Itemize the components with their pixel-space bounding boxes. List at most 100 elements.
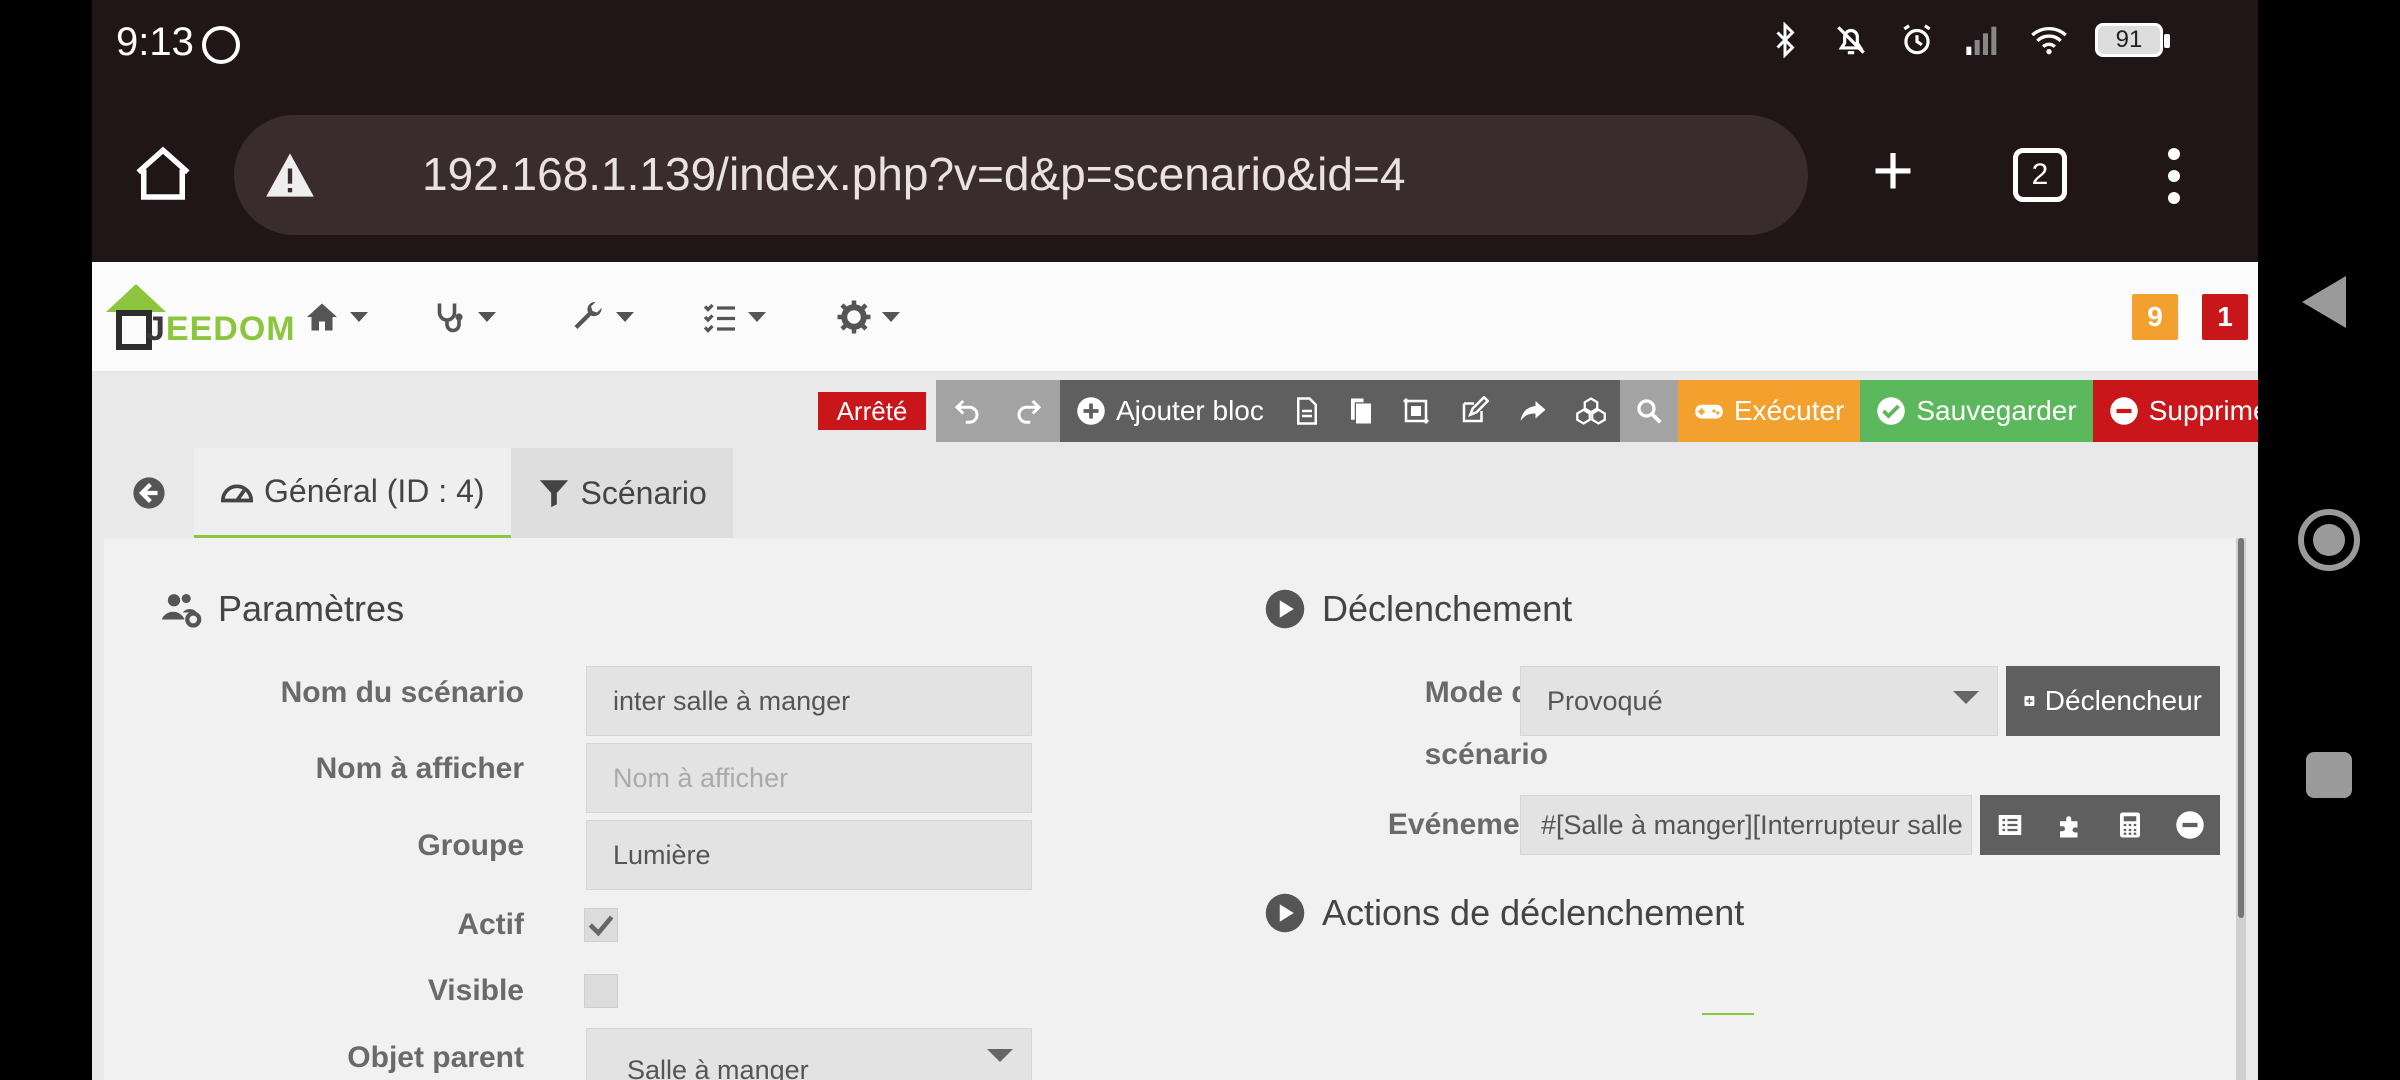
undo-button[interactable] <box>936 380 998 442</box>
save-label: Sauvegarder <box>1916 395 2077 426</box>
nav-home-icon[interactable] <box>2298 509 2360 571</box>
tab-scenario[interactable]: Scénario <box>510 448 733 538</box>
parent-object-select[interactable]: Salle à manger <box>586 1028 1032 1080</box>
log-button[interactable] <box>1279 380 1334 442</box>
parent-object-value: Salle à manger <box>627 1054 809 1080</box>
top-navigation: JEEDOM 9 1 <box>92 262 2258 372</box>
checkmark-icon <box>588 915 614 937</box>
play-circle-icon <box>1265 893 1305 933</box>
nav-back-icon[interactable] <box>2302 276 2346 328</box>
menu-settings[interactable] <box>836 292 900 342</box>
tasks-icon <box>703 303 735 333</box>
minus-circle-icon[interactable] <box>2175 810 2205 840</box>
status-time: 9:13 <box>116 20 194 64</box>
puzzle-icon[interactable] <box>2055 810 2085 840</box>
check-circle-icon <box>1877 397 1906 425</box>
menu-home[interactable] <box>304 292 368 342</box>
trigger-actions-title: Actions de déclenchement <box>1264 892 1744 934</box>
scenario-name-input[interactable]: inter salle à manger <box>586 666 1032 736</box>
web-page: JEEDOM 9 1 Arrêté Ajouter bloc Exécuter … <box>92 262 2258 1080</box>
cube-icon <box>1403 398 1429 424</box>
event-actions <box>1980 795 2220 855</box>
overflow-menu-icon[interactable] <box>2164 148 2184 204</box>
chevron-down-icon <box>987 1049 1013 1062</box>
chevron-down-icon <box>1953 691 1979 704</box>
notification-badge-orange[interactable]: 9 <box>2132 294 2178 340</box>
edit-button[interactable] <box>1443 380 1504 442</box>
scenario-name-label: Nom du scénario <box>280 676 524 709</box>
dependencies-button[interactable] <box>1561 380 1620 442</box>
edit-icon <box>1462 396 1489 423</box>
list-icon[interactable] <box>1995 810 2025 840</box>
execute-label: Exécuter <box>1733 395 1845 426</box>
play-circle-icon <box>1265 589 1305 629</box>
trigger-section-title: Déclenchement <box>1264 588 1572 630</box>
parent-object-label: Objet parent <box>347 1041 524 1074</box>
add-trigger-button[interactable]: Déclencheur <box>2006 666 2220 736</box>
actions-divider <box>1702 1013 1754 1015</box>
file-icon <box>1296 397 1317 425</box>
stethoscope-icon <box>437 303 463 333</box>
group-input[interactable]: Lumière <box>586 820 1032 890</box>
url-bar[interactable]: 192.168.1.139/index.php?v=d&p=scenario&i… <box>234 115 1808 235</box>
visible-label: Visible <box>427 974 524 1007</box>
signal-icon <box>1963 20 2003 60</box>
home-icon[interactable] <box>130 142 196 208</box>
save-button[interactable]: Sauvegarder <box>1860 380 2093 442</box>
minus-circle-icon <box>2109 397 2138 425</box>
event-input[interactable]: #[Salle à manger][Interrupteur salle <box>1520 795 1972 855</box>
bluetooth-icon <box>1765 20 1805 60</box>
screen: 9:13 91 192.168.1.139/index.php?v=d&p=sc… <box>0 0 2400 1080</box>
users-cog-icon <box>161 593 202 628</box>
export-button[interactable] <box>1503 380 1562 442</box>
active-label: Actif <box>457 908 524 941</box>
back-tab[interactable] <box>104 448 194 538</box>
trigger-title-label: Déclenchement <box>1322 588 1573 629</box>
plus-circle-icon <box>1077 397 1105 425</box>
add-block-button[interactable]: Ajouter bloc <box>1060 380 1280 442</box>
params-title-label: Paramètres <box>218 588 405 629</box>
add-block-label: Ajouter bloc <box>1116 395 1264 426</box>
menu-analysis[interactable] <box>432 292 496 342</box>
url-text: 192.168.1.139/index.php?v=d&p=scenario&i… <box>422 148 1406 200</box>
notification-badge-red[interactable]: 1 <box>2202 294 2248 340</box>
chevron-down-icon <box>882 312 900 322</box>
scenario-mode-label: Mode du <box>1424 676 1548 709</box>
redo-button[interactable] <box>998 380 1060 442</box>
display-name-input[interactable]: Nom à afficher <box>586 743 1032 813</box>
whatsapp-icon <box>202 26 240 64</box>
status-icons: 91 <box>1765 20 2170 60</box>
visible-checkbox[interactable] <box>584 974 618 1008</box>
template-button[interactable] <box>1387 380 1444 442</box>
calculator-icon[interactable] <box>2115 810 2145 840</box>
menu-plugins[interactable] <box>702 292 766 342</box>
event-label: Evénement <box>1387 808 1548 841</box>
wrench-icon <box>574 301 602 329</box>
delete-button[interactable]: Supprimer <box>2092 380 2258 442</box>
nav-recents-icon[interactable] <box>2306 752 2352 798</box>
chevron-down-icon <box>748 312 766 322</box>
tab-general[interactable]: Général (ID : 4) <box>194 448 511 538</box>
wifi-icon <box>2029 20 2069 60</box>
copy-icon <box>1350 398 1371 424</box>
new-tab-button[interactable]: + <box>1858 135 1928 208</box>
display-name-label: Nom à afficher <box>315 752 524 785</box>
tab-scenario-label: Scénario <box>580 474 707 511</box>
scrollbar-thumb[interactable] <box>2238 538 2244 918</box>
scenario-mode-label-line2: scénario <box>1424 738 1548 771</box>
home-menu-icon <box>307 303 337 331</box>
duplicate-button[interactable] <box>1333 380 1388 442</box>
scenario-mode-select[interactable]: Provoqué <box>1520 666 1998 736</box>
chevron-down-icon <box>350 312 368 322</box>
arrow-circle-left-icon <box>133 477 165 509</box>
execute-button[interactable]: Exécuter <box>1677 380 1861 442</box>
plus-square-icon <box>2024 696 2035 706</box>
share-icon <box>1520 401 1546 421</box>
tachometer-icon <box>220 484 254 502</box>
tab-switcher-button[interactable]: 2 <box>2013 148 2067 202</box>
jeedom-logo[interactable]: JEEDOM <box>106 276 295 350</box>
menu-tools[interactable] <box>570 292 634 342</box>
android-navbar <box>2258 0 2400 1080</box>
active-checkbox[interactable] <box>584 908 618 942</box>
search-button[interactable] <box>1619 380 1678 442</box>
